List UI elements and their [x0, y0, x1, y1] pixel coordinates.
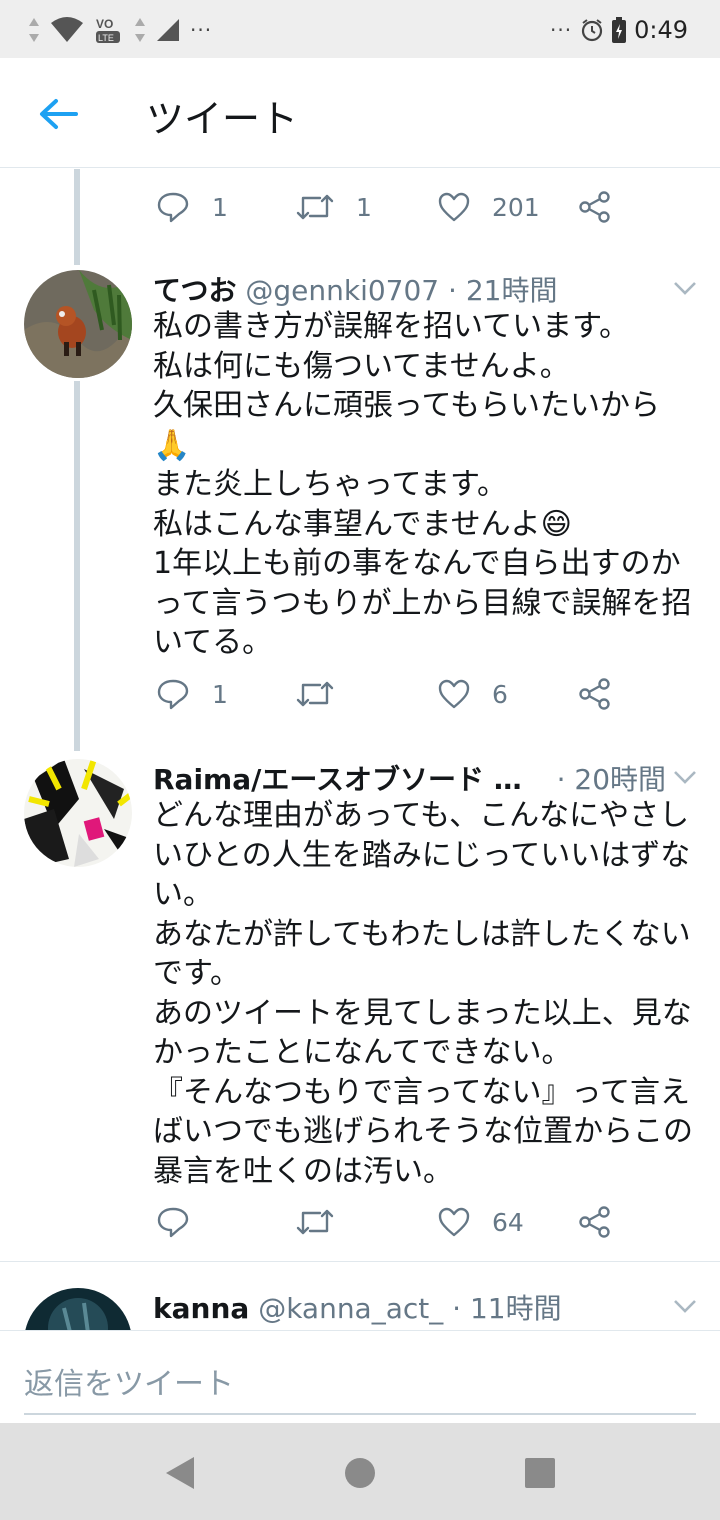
- heart-icon: [438, 192, 470, 222]
- reply-composer: 返信をツイート: [0, 1330, 720, 1423]
- like-button[interactable]: 6: [438, 669, 508, 719]
- share-icon: [579, 191, 610, 223]
- reply-count: 1: [212, 679, 228, 709]
- reply-icon: [157, 679, 189, 710]
- reply-button[interactable]: 1: [156, 669, 228, 719]
- tweet-text: どんな理由があっても、こんなにやさしいひとの人生を踏みにじっていいはずない。 あ…: [153, 798, 693, 1189]
- tweet-feed[interactable]: 1 1 201 てつお @gennki0707 · 21時間 私の書き方が誤解を…: [0, 169, 720, 1330]
- like-count: 64: [492, 1207, 524, 1237]
- timestamp: · 21時間: [448, 274, 558, 307]
- retweet-button[interactable]: 1: [296, 182, 372, 232]
- display-name[interactable]: kanna: [153, 1292, 249, 1325]
- avatar[interactable]: [24, 1288, 132, 1330]
- page-title: ツイート: [146, 97, 299, 141]
- tweet-actions: 1 1 201: [0, 182, 720, 232]
- tweet-divider: [0, 1261, 720, 1262]
- like-count: 6: [492, 679, 508, 709]
- tweet-meta: kanna @kanna_act_ · 11時間: [153, 1287, 562, 1327]
- retweet-icon: [296, 681, 334, 707]
- reply-button[interactable]: 1: [156, 182, 228, 232]
- volte-vo-label: VO: [96, 17, 113, 31]
- more-icon-right: ···: [550, 18, 573, 42]
- tweet-actions: 1 6: [0, 669, 720, 719]
- volte-lte-label: LTE: [98, 33, 114, 43]
- more-icon: ···: [190, 18, 213, 42]
- timestamp: · 11時間: [452, 1292, 562, 1325]
- battery-icon: [612, 17, 627, 43]
- tweet-meta: Raima/エースオブソード … · 20時間: [153, 758, 666, 798]
- reply-icon: [157, 1207, 189, 1238]
- display-name[interactable]: てつお: [153, 274, 236, 307]
- clock: 0:49: [634, 16, 688, 44]
- signal-updown-icon-2: [135, 18, 145, 42]
- retweet-icon: [296, 1209, 334, 1235]
- tweet[interactable]: てつお @gennki0707 · 21時間 私の書き方が誤解を招いています。 …: [0, 265, 720, 751]
- share-button[interactable]: [578, 182, 612, 232]
- chevron-down-icon[interactable]: [672, 769, 698, 785]
- wifi-icon: [51, 17, 83, 42]
- retweet-button[interactable]: [296, 1197, 356, 1247]
- timestamp: · 20時間: [556, 763, 667, 796]
- reply-count: 1: [212, 192, 228, 222]
- tweet-actions: 64: [0, 1197, 720, 1247]
- status-bar: VO LTE ··· ··· 0:49: [0, 0, 720, 58]
- back-arrow-icon[interactable]: [36, 92, 80, 136]
- tweet[interactable]: kanna @kanna_act_ · 11時間: [0, 1283, 720, 1330]
- nav-home-icon[interactable]: [340, 1453, 380, 1493]
- status-right: ··· 0:49: [550, 14, 688, 46]
- chevron-down-icon[interactable]: [672, 1298, 698, 1314]
- like-count: 201: [492, 192, 540, 222]
- status-left: VO LTE ···: [28, 14, 212, 46]
- display-name[interactable]: Raima/エースオブソード …: [153, 763, 522, 796]
- share-icon: [579, 678, 610, 710]
- handle[interactable]: @kanna_act_: [258, 1292, 443, 1325]
- signal-updown-icon: [29, 18, 39, 42]
- reply-button[interactable]: [156, 1197, 212, 1247]
- avatar[interactable]: [24, 759, 132, 867]
- handle[interactable]: @gennki0707: [245, 274, 439, 307]
- cell-signal-icon: [157, 19, 179, 41]
- chevron-down-icon[interactable]: [672, 280, 698, 296]
- retweet-count: 1: [356, 192, 372, 222]
- tweet-meta: てつお @gennki0707 · 21時間: [153, 269, 557, 309]
- volte-icon: VO LTE: [96, 17, 120, 43]
- share-icon: [579, 1206, 610, 1238]
- like-button[interactable]: 64: [438, 1197, 524, 1247]
- app-header: ツイート: [0, 58, 720, 168]
- heart-icon: [438, 1207, 470, 1237]
- retweet-icon: [296, 194, 334, 220]
- heart-icon: [438, 679, 470, 709]
- share-button[interactable]: [578, 669, 612, 719]
- alarm-icon: [581, 19, 603, 42]
- nav-recents-icon[interactable]: [520, 1453, 560, 1493]
- like-button[interactable]: 201: [438, 182, 540, 232]
- system-nav-bar: [0, 1423, 720, 1520]
- reply-icon: [157, 192, 189, 223]
- avatar[interactable]: [24, 270, 132, 378]
- tweet-text: 私の書き方が誤解を招いています。 私は何にも傷ついてませんよ。 久保田さんに頑張…: [153, 309, 692, 660]
- tweet[interactable]: Raima/エースオブソード … · 20時間 どんな理由があっても、こんなにや…: [0, 754, 720, 1259]
- share-button[interactable]: [578, 1197, 612, 1247]
- nav-back-icon[interactable]: [160, 1453, 200, 1493]
- reply-input[interactable]: 返信をツイート: [24, 1331, 696, 1415]
- retweet-button[interactable]: [296, 669, 356, 719]
